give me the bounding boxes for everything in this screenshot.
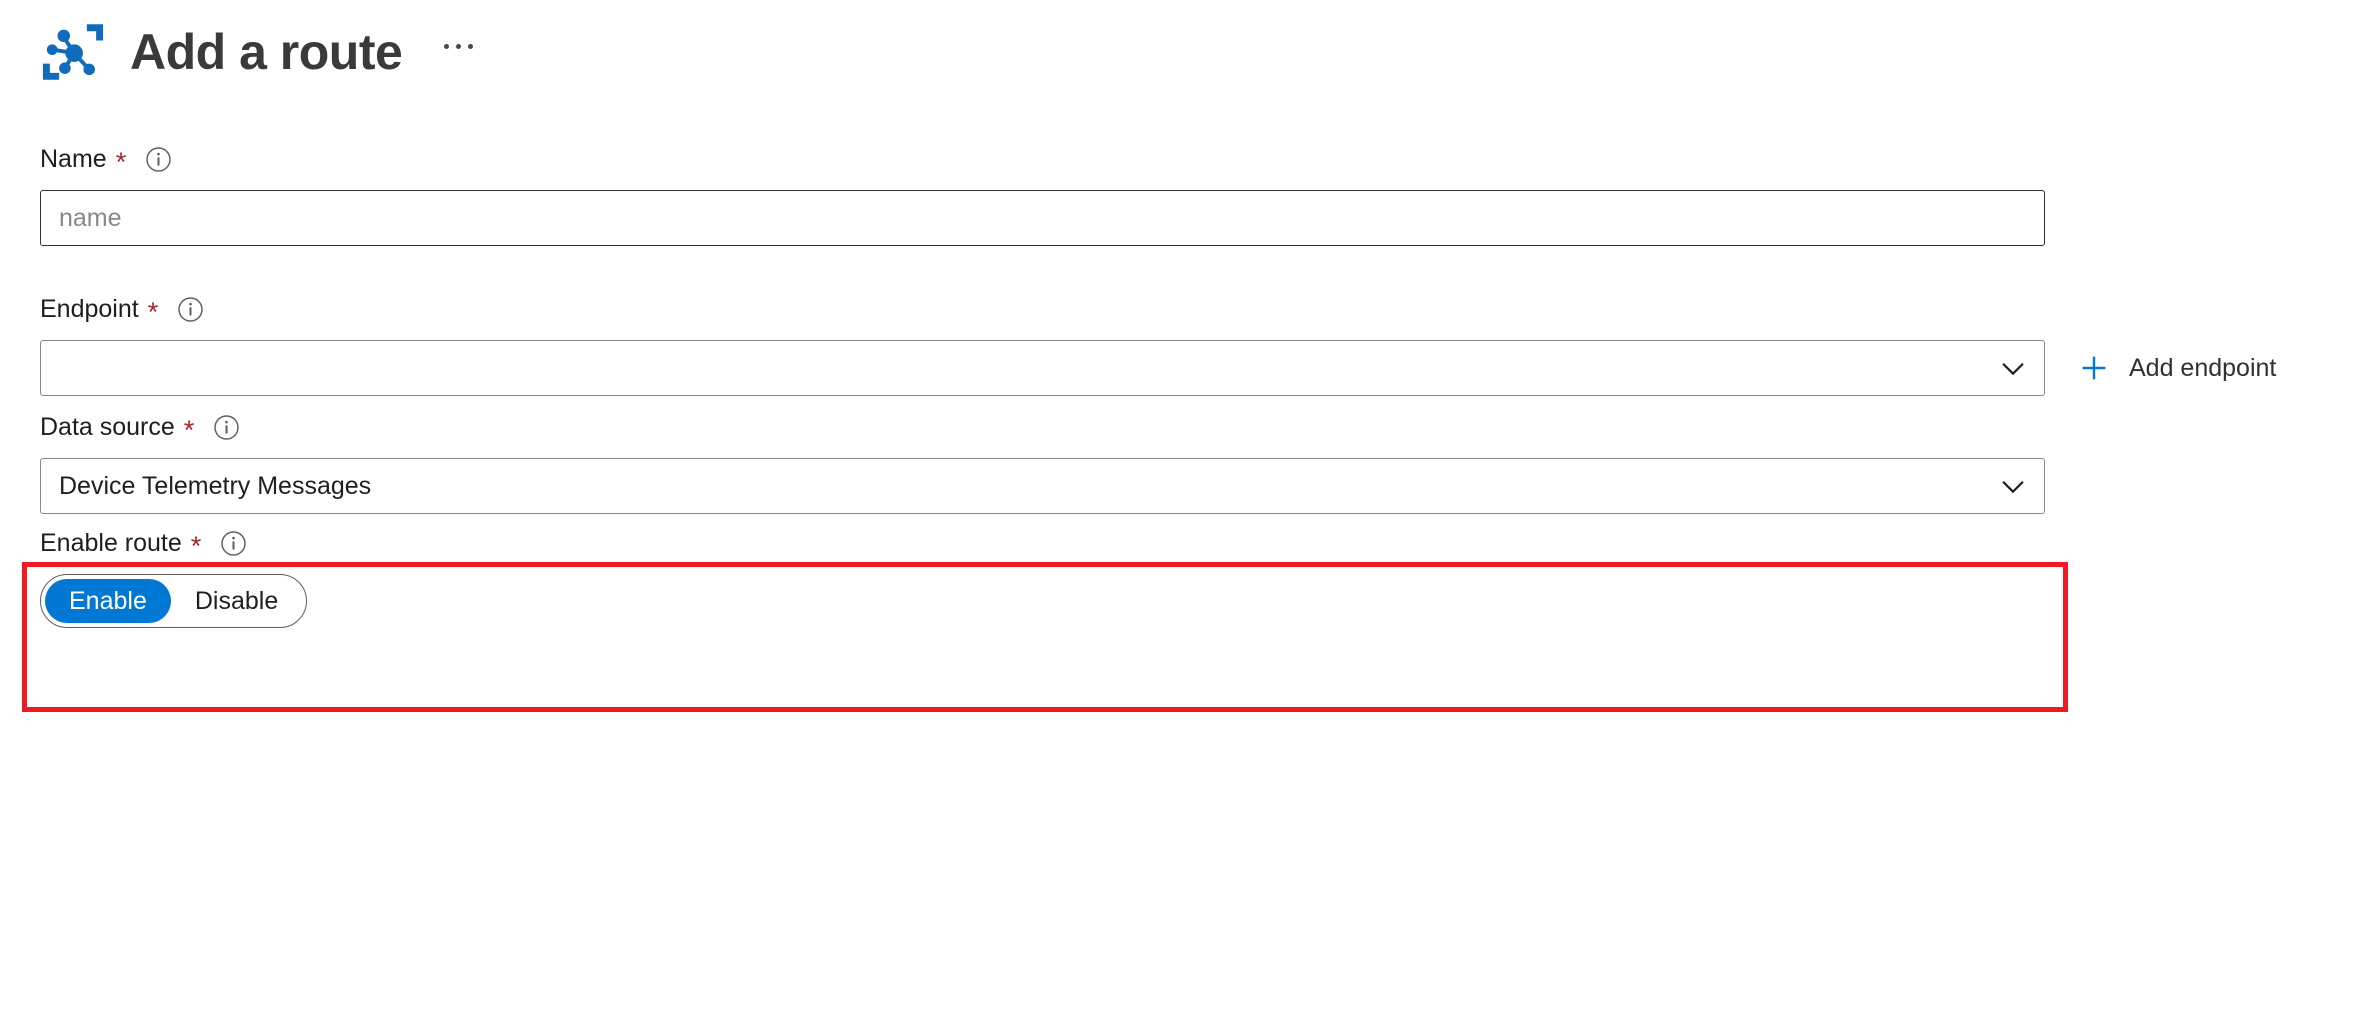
name-label-text: Name: [40, 144, 107, 173]
page-title: Add a route: [130, 24, 403, 80]
toggle-option-enable[interactable]: Enable: [45, 579, 171, 623]
endpoint-row: Add endpoint: [40, 324, 2363, 396]
data-source-field-block: Data source * Device Telemetry Messages: [40, 412, 2363, 514]
name-label: Name *: [40, 144, 2363, 177]
toggle-option-disable[interactable]: Disable: [171, 579, 302, 623]
add-route-form: Name * Endpoint *: [0, 92, 2363, 712]
data-source-required-asterisk: *: [183, 414, 195, 445]
data-source-label: Data source *: [40, 412, 2363, 445]
data-source-dropdown[interactable]: Device Telemetry Messages: [40, 458, 2045, 514]
endpoint-dropdown[interactable]: [40, 340, 2045, 396]
endpoint-label-text: Endpoint: [40, 294, 139, 323]
enable-route-label-text: Enable route: [40, 528, 182, 557]
chevron-down-icon: [1996, 351, 2030, 385]
enable-route-toggle[interactable]: Enable Disable: [40, 574, 308, 628]
name-info-icon[interactable]: [145, 146, 172, 173]
name-input[interactable]: [40, 190, 2045, 246]
chevron-down-icon: [1996, 469, 2030, 503]
add-endpoint-label: Add endpoint: [2129, 353, 2277, 382]
data-source-info-icon[interactable]: [213, 414, 240, 441]
ellipsis-dot: [456, 44, 462, 49]
enable-route-info-icon[interactable]: [220, 530, 247, 557]
endpoint-label: Endpoint *: [40, 294, 2363, 327]
ellipsis-dot: [444, 44, 450, 49]
more-options-button[interactable]: [436, 30, 481, 63]
name-required-asterisk: *: [115, 146, 127, 177]
enable-route-required-asterisk: *: [190, 530, 202, 561]
endpoint-field-block: Endpoint * Add endpoint: [40, 294, 2363, 396]
page-header: Add a route: [0, 0, 2363, 92]
add-endpoint-button[interactable]: Add endpoint: [2077, 351, 2276, 385]
ellipsis-dot: [468, 44, 474, 49]
endpoint-info-icon[interactable]: [177, 296, 204, 323]
data-source-dropdown-value: Device Telemetry Messages: [59, 471, 372, 500]
endpoint-required-asterisk: *: [147, 296, 159, 327]
data-source-label-text: Data source: [40, 412, 175, 441]
enable-route-field-block: Enable route * Enable Disable: [40, 528, 2363, 628]
enable-route-label: Enable route *: [40, 528, 2363, 561]
plus-icon: [2077, 351, 2111, 385]
name-field-block: Name *: [40, 144, 2363, 246]
route-hub-icon: [36, 15, 110, 89]
